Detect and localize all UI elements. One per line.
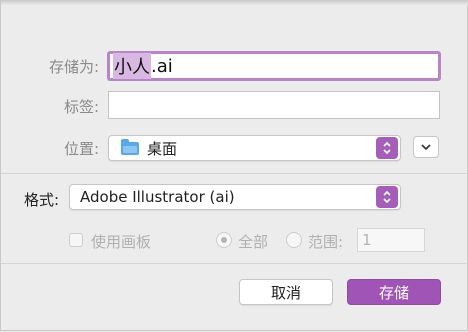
location-popup[interactable]: 桌面 — [108, 135, 401, 161]
dialog-top-edge — [1, 0, 468, 5]
all-radio[interactable] — [216, 232, 232, 248]
format-stepper-icon — [376, 186, 398, 208]
range-radio[interactable] — [286, 232, 302, 248]
chevron-down-icon — [421, 144, 431, 151]
use-artboards-checkbox[interactable] — [69, 233, 83, 247]
filename-input[interactable]: 小人 .ai — [107, 51, 441, 81]
format-value: Adobe Illustrator (ai) — [80, 188, 235, 206]
save-as-label: 存储为: — [48, 58, 99, 76]
tags-label: 标签: — [63, 98, 99, 116]
use-artboards-label: 使用画板 — [91, 233, 152, 251]
location-value: 桌面 — [147, 139, 178, 158]
where-label: 位置: — [63, 140, 99, 158]
save-dialog: 存储为: 小人 .ai 标签: 位置: 桌面 格式: Adobe Illustra… — [0, 0, 468, 331]
expand-button[interactable] — [413, 136, 439, 158]
all-label: 全部 — [238, 233, 269, 251]
section-divider — [1, 173, 468, 174]
folder-icon — [121, 138, 139, 155]
filename-extension: .ai — [151, 55, 173, 77]
save-button[interactable]: 存储 — [347, 279, 441, 305]
format-label: 格式: — [23, 191, 59, 209]
location-stepper-icon — [376, 137, 398, 159]
filename-selected-text: 小人 — [113, 53, 151, 79]
footer-divider — [1, 263, 468, 264]
range-input[interactable]: 1 — [357, 228, 425, 252]
format-popup[interactable]: Adobe Illustrator (ai) — [69, 184, 401, 210]
cancel-button[interactable]: 取消 — [239, 279, 333, 305]
tags-input[interactable] — [108, 91, 440, 119]
range-label: 范围: — [308, 233, 344, 251]
